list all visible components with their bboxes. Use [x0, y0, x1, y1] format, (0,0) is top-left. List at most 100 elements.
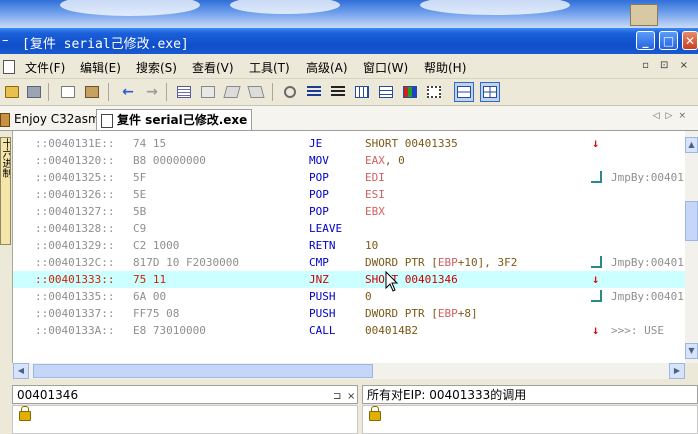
window-title: [复件 serial己修改.exe] — [22, 37, 189, 52]
row-address: ::00401337:: — [35, 307, 115, 320]
tab-scroll-arrows[interactable]: ◁▷× — [653, 111, 692, 121]
side-tab-hex[interactable]: 十六进制 — [0, 137, 11, 245]
color-table-icon[interactable] — [400, 82, 420, 102]
panel-left-title: 00401346 — [17, 388, 79, 402]
row-mnemonic: CMP — [309, 256, 329, 269]
row-opcode-bytes: E8 73010000 — [133, 324, 206, 337]
disasm-row[interactable]: ::0040133A:: E8 73010000 CALL 004014B2 ↓ >>>:… — [13, 322, 685, 339]
panel-left-header: 00401346 ⊐ × — [12, 385, 358, 404]
disasm-row[interactable]: ::00401335:: 6A 00 PUSH 0 JmpBy:00401 — [13, 288, 685, 305]
row-operand: SHORT 00401346 — [365, 273, 458, 286]
pin-icon[interactable]: ⊐ — [333, 387, 341, 406]
document-icon[interactable] — [3, 60, 15, 74]
paste-icon[interactable] — [82, 82, 102, 102]
desktop-background — [0, 0, 698, 28]
row-marker — [589, 220, 601, 235]
horizontal-scroll-thumb[interactable] — [33, 364, 373, 378]
list-indent-icon[interactable] — [328, 82, 348, 102]
operand-register: EAX — [365, 154, 385, 167]
maximize-button[interactable]: □ — [659, 31, 678, 50]
target-icon[interactable] — [280, 82, 300, 102]
row-opcode-bytes: FF75 08 — [133, 307, 180, 320]
close-button[interactable]: ✕ — [682, 31, 698, 50]
disassembly-view[interactable]: ::0040131E:: 74 15 JE SHORT 00401335 ↓::0040… — [13, 131, 685, 363]
panel-right-title: 所有对EIP: 00401333的调用 — [367, 388, 527, 402]
hex-view-icon[interactable] — [376, 82, 396, 102]
toolbar-separator — [48, 83, 49, 101]
menu-edit[interactable]: 编辑(E) — [80, 59, 121, 76]
minimize-button[interactable]: _ — [636, 31, 655, 50]
split-horizontal-icon[interactable] — [454, 82, 474, 102]
toolbar-separator — [166, 83, 167, 101]
menu-search[interactable]: 搜索(S) — [136, 59, 177, 76]
back-arrow-icon[interactable]: ← — [118, 82, 138, 102]
row-operand: EBX — [365, 203, 385, 220]
panel-right-body — [362, 405, 698, 434]
step-icon[interactable] — [198, 82, 218, 102]
disasm-row[interactable]: ::0040132C:: 817D 10 F2030000 CMP DWORD PTR… — [13, 254, 685, 271]
goto-icon[interactable] — [174, 82, 194, 102]
menu-help[interactable]: 帮助(H) — [424, 59, 466, 76]
save-icon[interactable] — [24, 82, 44, 102]
disasm-row[interactable]: ::00401326:: 5E POP ESI — [13, 186, 685, 203]
row-operand: EDI — [365, 169, 385, 186]
jump-down-arrow-icon: ↓ — [592, 136, 600, 150]
disasm-row[interactable]: ::00401337:: FF75 08 PUSH DWORD PTR [EBP+8] — [13, 305, 685, 322]
operand-register: EDI — [365, 171, 385, 184]
row-opcode-bytes: 5F — [133, 171, 147, 184]
row-comment: >>>: USE — [611, 324, 664, 337]
scroll-down-button[interactable]: ▼ — [685, 343, 698, 359]
row-mnemonic: LEAVE — [309, 222, 343, 235]
disasm-row[interactable]: ::00401320:: B8 00000000 MOV EAX, 0 — [13, 152, 685, 169]
forward-arrow-icon[interactable]: → — [142, 82, 162, 102]
row-marker — [589, 203, 601, 218]
toolbar-separator — [272, 83, 273, 101]
row-mnemonic: JNZ — [309, 273, 329, 286]
disasm-row[interactable]: ::0040131E:: 74 15 JE SHORT 00401335 ↓ — [13, 135, 685, 152]
split-grid-icon[interactable] — [480, 82, 500, 102]
row-opcode-bytes: 5B — [133, 205, 147, 218]
row-opcode-bytes: B8 00000000 — [133, 154, 206, 167]
trace-icon[interactable] — [222, 82, 242, 102]
row-address: ::00401328:: — [35, 222, 115, 235]
menu-window[interactable]: 窗口(W) — [363, 59, 408, 76]
row-opcode-bytes: C2 1000 — [133, 239, 180, 252]
vertical-scroll-thumb[interactable] — [685, 201, 698, 241]
disasm-row[interactable]: ::00401333:: 75 11 JNZ SHORT 00401346 ↓ — [13, 271, 685, 288]
disasm-row[interactable]: ::00401325:: 5F POP EDI JmpBy:00401 — [13, 169, 685, 186]
disasm-row[interactable]: ::00401329:: C2 1000 RETN 10 — [13, 237, 685, 254]
scroll-up-button[interactable]: ▲ — [685, 137, 698, 153]
operand-prefix: DWORD PTR [ — [365, 307, 438, 320]
row-address: ::00401320:: — [35, 154, 115, 167]
mdi-window-controls[interactable]: ▫ ⊡ × — [642, 60, 692, 71]
row-operand: DWORD PTR [EBP+10], 3F2 — [365, 254, 517, 271]
vertical-scrollbar[interactable]: ▲ ▼ — [685, 131, 698, 363]
disasm-row[interactable]: ::00401327:: 5B POP EBX — [13, 203, 685, 220]
side-panel-strip: 十六进制 — [0, 131, 13, 363]
menu-tools[interactable]: 工具(T) — [249, 59, 290, 76]
menu-file[interactable]: 文件(F) — [25, 59, 65, 76]
disasm-row[interactable]: ::00401328:: C9 LEAVE — [13, 220, 685, 237]
panel-right-header: 所有对EIP: 00401333的调用 — [362, 385, 698, 404]
app-icon — [0, 112, 10, 127]
scroll-right-button[interactable]: ▶ — [669, 363, 685, 379]
close-icon[interactable]: × — [347, 387, 355, 406]
tab-serial-exe[interactable]: 复件 serial己修改.exe — [96, 109, 253, 130]
open-file-icon[interactable] — [2, 82, 22, 102]
row-address: ::00401335:: — [35, 290, 115, 303]
table-view-icon[interactable] — [352, 82, 372, 102]
scroll-left-button[interactable]: ◀ — [13, 363, 29, 379]
trace-over-icon[interactable] — [246, 82, 266, 102]
desktop-shortcut-icon[interactable] — [630, 4, 658, 26]
menu-view[interactable]: 查看(V) — [192, 59, 234, 76]
copy-icon[interactable] — [58, 82, 78, 102]
chip-icon[interactable] — [424, 82, 444, 102]
list-numbered-icon[interactable] — [304, 82, 324, 102]
tab-enjoy-c32asm[interactable]: Enjoy C32asm — [0, 109, 100, 129]
row-comment: JmpBy:00401 — [611, 256, 684, 269]
title-bar[interactable]: – [复件 serial己修改.exe] _ □ ✕ — [0, 28, 698, 54]
row-opcode-bytes: 6A 00 — [133, 290, 167, 303]
title-prefix: – — [2, 33, 9, 48]
horizontal-scrollbar[interactable]: ◀ ▶ — [13, 363, 685, 379]
menu-advanced[interactable]: 高级(A) — [306, 59, 348, 76]
